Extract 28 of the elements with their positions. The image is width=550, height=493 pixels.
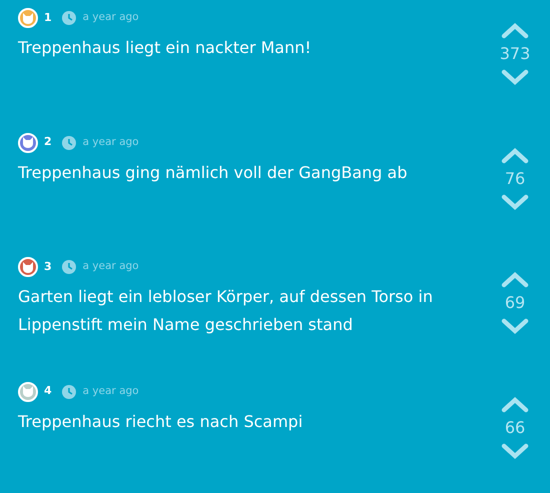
post-number: 1 xyxy=(44,10,52,26)
vote-count: 69 xyxy=(504,293,526,313)
post-time: a year ago xyxy=(82,134,139,150)
clock-icon xyxy=(62,11,76,25)
post-text: Treppenhaus riecht es nach Scampi xyxy=(18,410,304,432)
clock-icon xyxy=(62,260,76,274)
downvote-button[interactable] xyxy=(501,442,529,460)
upvote-button[interactable] xyxy=(501,146,529,164)
post-time: a year ago xyxy=(82,259,139,274)
post-text: Treppenhaus ging nämlich voll der GangBang ab xyxy=(18,162,408,184)
vote-count: 76 xyxy=(504,168,526,188)
upvote-button[interactable] xyxy=(501,271,529,288)
post-text: Treppenhaus liegt ein nackter Mann! xyxy=(18,37,312,59)
vote-count: 373 xyxy=(500,44,530,64)
vote-count: 66 xyxy=(504,418,526,438)
post-time: a year ago xyxy=(82,384,139,399)
post-number: 3 xyxy=(44,258,52,275)
post-time: a year ago xyxy=(82,10,139,26)
upvote-button[interactable] xyxy=(501,396,529,412)
post-text: Garten liegt ein lebloser Körper, auf dessen Torso in Lippenstift mein Name geschrieben stand xyxy=(18,286,434,336)
downvote-button[interactable] xyxy=(501,69,529,86)
downvote-button[interactable] xyxy=(501,318,529,335)
post-number: 2 xyxy=(44,134,52,150)
downvote-button[interactable] xyxy=(501,194,529,210)
upvote-button[interactable] xyxy=(501,22,529,39)
clock-icon xyxy=(62,384,76,398)
post-number: 4 xyxy=(44,383,52,400)
clock-icon xyxy=(62,136,76,150)
